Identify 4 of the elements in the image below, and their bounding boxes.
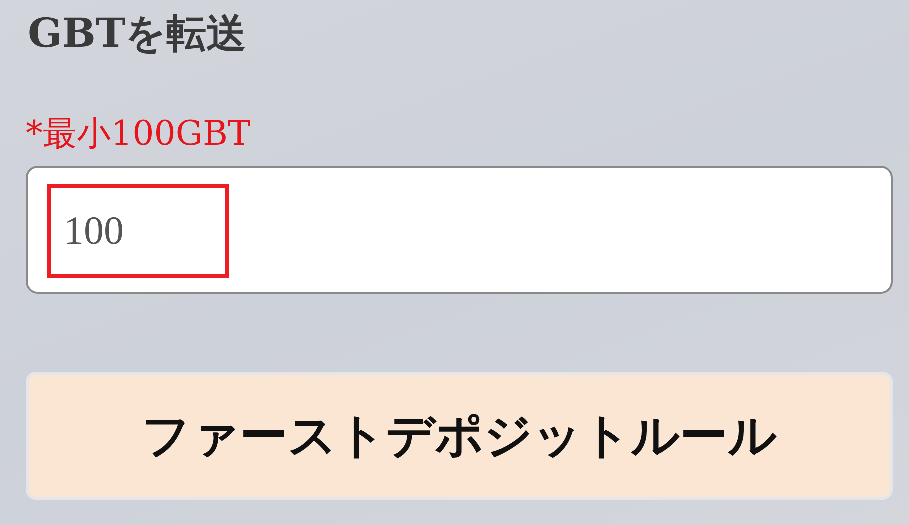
amount-input-field[interactable]: 100 <box>26 166 893 294</box>
page-title: GBTを転送 <box>28 9 247 59</box>
minimum-amount-label: *最小100GBT <box>26 114 251 154</box>
first-deposit-rules-button[interactable]: ファーストデポジットルール <box>26 372 893 500</box>
